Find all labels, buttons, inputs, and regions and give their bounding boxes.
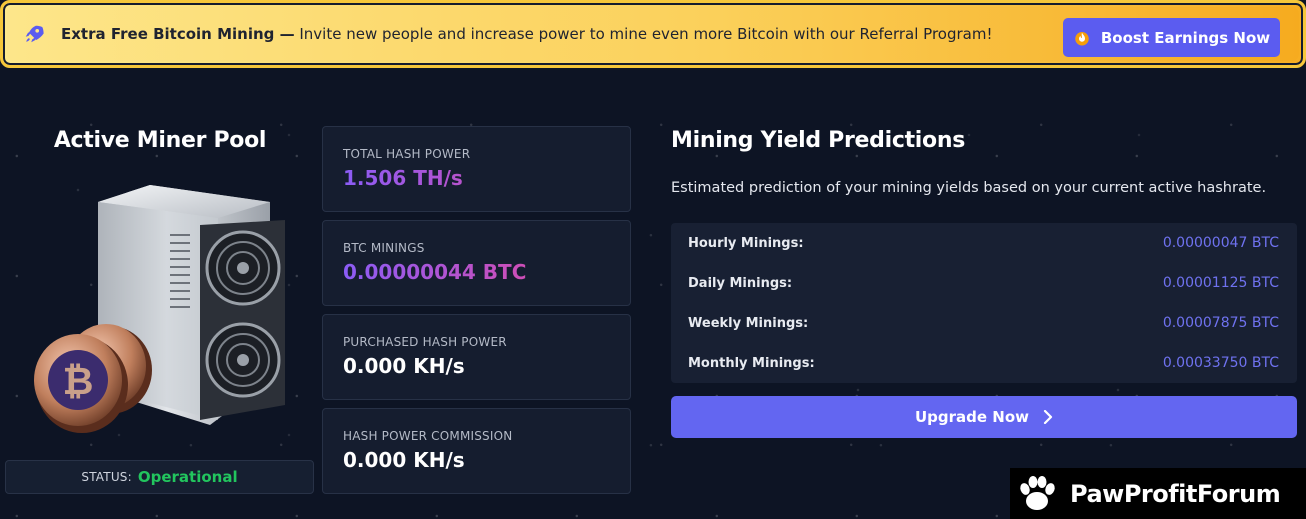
stat-value: 0.00000044 BTC <box>343 260 610 284</box>
row-value: 0.00033750 BTC <box>1162 355 1279 371</box>
table-row: Daily Minings: 0.00001125 BTC <box>671 263 1297 303</box>
banner-message: Extra Free Bitcoin Mining — Invite new p… <box>61 25 992 43</box>
stat-label: PURCHASED HASH POWER <box>343 335 507 349</box>
stat-value: 1.506 TH/s <box>343 166 610 190</box>
table-row: Monthly Minings: 0.00033750 BTC <box>671 343 1297 383</box>
rocket-icon <box>21 21 47 47</box>
stat-label: BTC MININGS <box>343 241 425 255</box>
row-label: Hourly Minings: <box>688 235 804 251</box>
status-value: Operational <box>137 468 238 486</box>
paw-icon <box>1016 474 1058 514</box>
banner-title: Extra Free Bitcoin Mining — <box>61 25 295 43</box>
upgrade-now-button[interactable]: Upgrade Now <box>671 396 1297 438</box>
miner-status: STATUS: Operational <box>5 460 314 494</box>
chevron-right-icon <box>1043 410 1053 424</box>
total-hash-power-card: TOTAL HASH POWER 1.506 TH/s <box>322 126 631 212</box>
row-value: 0.00000047 BTC <box>1162 235 1279 251</box>
svg-text:₿: ₿ <box>63 359 94 403</box>
row-label: Monthly Minings: <box>688 355 815 371</box>
active-miner-pool-title: Active Miner Pool <box>53 128 267 153</box>
purchased-hash-power-card: PURCHASED HASH POWER 0.000 KH/s <box>322 314 631 400</box>
mining-yield-title: Mining Yield Predictions <box>671 128 966 153</box>
fire-icon <box>1073 29 1091 47</box>
yield-predictions-table: Hourly Minings: 0.00000047 BTC Daily Min… <box>671 223 1297 383</box>
table-row: Weekly Minings: 0.00007875 BTC <box>671 303 1297 343</box>
banner-body-text: Invite new people and increase power to … <box>294 25 993 43</box>
stat-value: 0.000 KH/s <box>343 354 465 378</box>
row-label: Weekly Minings: <box>688 315 809 331</box>
hash-power-commission-card: HASH POWER COMMISSION 0.000 KH/s <box>322 408 631 494</box>
stat-label: HASH POWER COMMISSION <box>343 429 513 443</box>
row-label: Daily Minings: <box>688 275 793 291</box>
stat-label: TOTAL HASH POWER <box>343 147 471 161</box>
row-value: 0.00007875 BTC <box>1162 315 1279 331</box>
referral-banner-body: Extra Free Bitcoin Mining — Invite new p… <box>7 7 1299 61</box>
boost-earnings-button[interactable]: Boost Earnings Now <box>1063 18 1280 57</box>
row-value: 0.00001125 BTC <box>1162 275 1279 291</box>
upgrade-now-label: Upgrade Now <box>914 408 1030 426</box>
status-label: STATUS: <box>81 470 132 484</box>
watermark-text: PawProfitForum <box>1070 479 1281 508</box>
boost-earnings-label: Boost Earnings Now <box>1100 28 1271 47</box>
mining-yield-description: Estimated prediction of your mining yiel… <box>671 180 1267 196</box>
referral-banner: Extra Free Bitcoin Mining — Invite new p… <box>0 0 1306 68</box>
btc-minings-card: BTC MININGS 0.00000044 BTC <box>322 220 631 306</box>
miner-illustration: ₿ <box>30 180 300 445</box>
table-row: Hourly Minings: 0.00000047 BTC <box>671 223 1297 263</box>
stat-value: 0.000 KH/s <box>343 448 465 472</box>
watermark: PawProfitForum <box>1010 468 1306 519</box>
